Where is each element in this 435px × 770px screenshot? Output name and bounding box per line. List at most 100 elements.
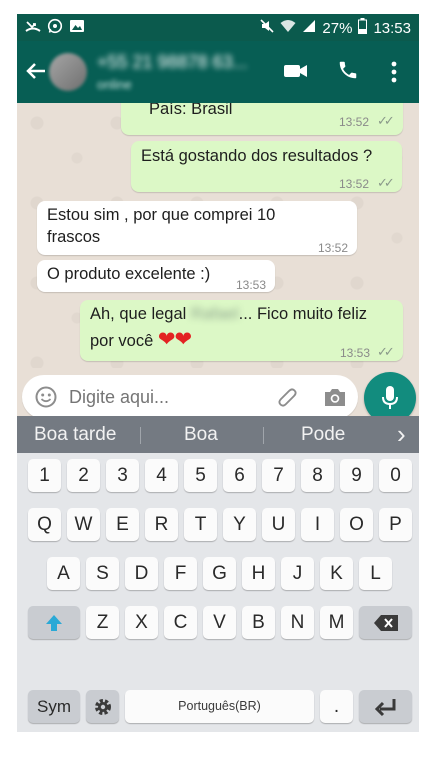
key-7[interactable]: 7 <box>262 459 295 492</box>
message-list[interactable]: País: Brasil 13:52 ✓✓ Está gostando dos … <box>17 103 419 368</box>
message-text-line: por você ❤❤ <box>90 328 192 353</box>
message-bubble-incoming[interactable]: O produto excelente :) 13:53 <box>37 260 275 292</box>
key-9[interactable]: 9 <box>340 459 373 492</box>
video-call-icon[interactable] <box>283 61 309 86</box>
key-0[interactable]: 0 <box>379 459 412 492</box>
key-k[interactable]: K <box>320 557 353 590</box>
key-i[interactable]: I <box>301 508 334 541</box>
shift-key[interactable] <box>28 606 80 639</box>
more-vert-icon[interactable] <box>390 61 398 88</box>
key-5[interactable]: 5 <box>184 459 217 492</box>
key-f[interactable]: F <box>164 557 197 590</box>
key-l[interactable]: L <box>359 557 392 590</box>
space-key[interactable]: Português(BR) <box>125 690 314 723</box>
divider <box>140 427 141 444</box>
key-q[interactable]: Q <box>28 508 61 541</box>
key-d[interactable]: D <box>125 557 158 590</box>
message-bubble-incoming[interactable]: Estou sim , por que comprei 10 frascos 1… <box>37 201 357 255</box>
missed-call-icon <box>25 18 41 38</box>
suggestion-item[interactable]: Boa tarde <box>34 424 116 446</box>
key-6[interactable]: 6 <box>223 459 256 492</box>
divider <box>263 427 264 444</box>
message-text: ... Fico muito feliz <box>238 305 367 323</box>
message-time: 13:52 <box>339 177 370 191</box>
avatar[interactable] <box>49 53 87 91</box>
attach-icon[interactable] <box>275 385 299 414</box>
message-input[interactable] <box>67 381 251 413</box>
key-1[interactable]: 1 <box>28 459 61 492</box>
message-bubble-outgoing[interactable]: País: Brasil 13:52 ✓✓ <box>121 103 403 135</box>
message-text-line: Ah, que legal Rafael... Fico muito feliz <box>90 303 367 326</box>
status-bar: 27% 13:53 <box>17 14 419 41</box>
key-r[interactable]: R <box>145 508 178 541</box>
wifi-icon <box>280 19 296 37</box>
key-n[interactable]: N <box>281 606 314 639</box>
emoji-icon[interactable] <box>35 386 57 413</box>
message-time: 13:52 <box>339 115 370 129</box>
camera-icon[interactable] <box>324 387 346 412</box>
message-text-line: Estou sim , por que comprei 10 <box>47 206 276 224</box>
key-t[interactable]: T <box>184 508 217 541</box>
read-receipt-icon: ✓✓ <box>377 344 395 359</box>
key-b[interactable]: B <box>242 606 275 639</box>
back-arrow-icon[interactable] <box>25 60 47 87</box>
signal-icon <box>302 19 316 37</box>
message-text: por você <box>90 332 158 350</box>
key-o[interactable]: O <box>340 508 373 541</box>
suggestion-item[interactable]: Pode <box>301 424 345 446</box>
key-v[interactable]: V <box>203 606 236 639</box>
composer-bar <box>17 368 419 424</box>
shift-icon <box>44 611 64 644</box>
enter-key[interactable] <box>359 690 412 723</box>
message-text-line: frascos <box>47 228 101 246</box>
key-s[interactable]: S <box>86 557 119 590</box>
key-g[interactable]: G <box>203 557 236 590</box>
message-time: 13:53 <box>236 278 267 292</box>
key-a[interactable]: A <box>47 557 80 590</box>
key-w[interactable]: W <box>67 508 100 541</box>
settings-icon <box>93 695 113 728</box>
key-p[interactable]: P <box>379 508 412 541</box>
phone-screen: 27% 13:53 +55 21 98878 63... online País… <box>17 14 419 732</box>
message-text: País: Brasil <box>149 103 233 118</box>
key-8[interactable]: 8 <box>301 459 334 492</box>
key-j[interactable]: J <box>281 557 314 590</box>
key-2[interactable]: 2 <box>67 459 100 492</box>
suggestion-bar: Boa tarde Boa Pode › <box>17 416 419 453</box>
key-c[interactable]: C <box>164 606 197 639</box>
mic-icon <box>381 385 399 416</box>
key-z[interactable]: Z <box>86 606 119 639</box>
chevron-right-icon[interactable]: › <box>397 419 406 450</box>
key-m[interactable]: M <box>320 606 353 639</box>
whatsapp-icon <box>47 18 63 38</box>
message-bubble-outgoing[interactable]: Está gostando dos resultados ? 13:52 ✓✓ <box>131 141 402 192</box>
read-receipt-icon: ✓✓ <box>377 175 395 190</box>
contact-name[interactable]: +55 21 98878 63... <box>97 52 248 73</box>
key-e[interactable]: E <box>106 508 139 541</box>
blurred-name: Rafael <box>190 305 239 323</box>
message-input-container[interactable] <box>22 375 358 419</box>
gallery-icon <box>69 18 85 38</box>
period-key[interactable]: . <box>320 690 353 723</box>
enter-icon <box>374 695 398 728</box>
settings-key[interactable] <box>86 690 119 723</box>
read-receipt-icon: ✓✓ <box>377 113 395 128</box>
battery-icon <box>358 18 368 38</box>
key-4[interactable]: 4 <box>145 459 178 492</box>
keyboard: 1 2 3 4 5 6 7 8 9 0 Q W E R T Y U I O P … <box>17 453 419 732</box>
key-h[interactable]: H <box>242 557 275 590</box>
phone-call-icon[interactable] <box>337 59 359 86</box>
mute-icon <box>260 19 274 37</box>
backspace-key[interactable] <box>359 606 412 639</box>
key-u[interactable]: U <box>262 508 295 541</box>
sym-key[interactable]: Sym <box>28 690 80 723</box>
suggestion-item[interactable]: Boa <box>184 424 218 446</box>
message-bubble-outgoing[interactable]: Ah, que legal Rafael... Fico muito feliz… <box>80 300 403 361</box>
message-text: Está gostando dos resultados ? <box>141 147 373 165</box>
clock: 13:53 <box>373 19 411 37</box>
key-3[interactable]: 3 <box>106 459 139 492</box>
key-x[interactable]: X <box>125 606 158 639</box>
battery-percent: 27% <box>322 19 353 37</box>
key-y[interactable]: Y <box>223 508 256 541</box>
message-time: 13:53 <box>340 346 371 360</box>
